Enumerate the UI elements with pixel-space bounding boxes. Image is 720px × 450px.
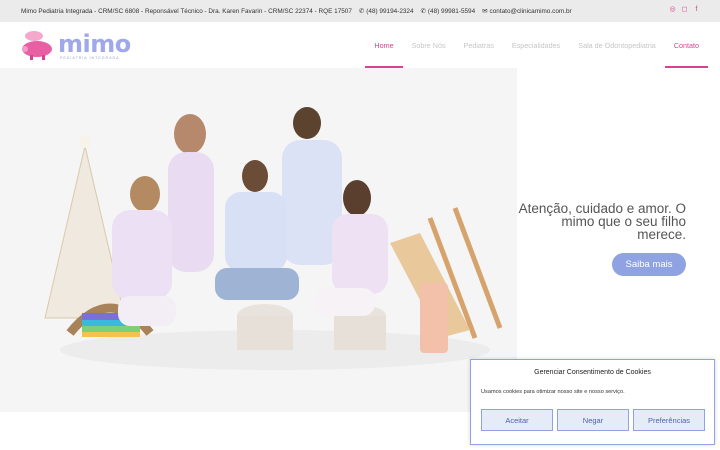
- hero-tagline: Atenção, cuidado e amor. O mimo que o se…: [518, 201, 686, 242]
- main-nav: Home Sobre Nós Pediatras Especialidades …: [365, 22, 709, 69]
- team-photo-illustration: [0, 68, 517, 412]
- email-link[interactable]: contato@clinicamimo.com.br: [490, 8, 572, 15]
- logo-subtitle: PEDIATRIA INTEGRADA: [60, 56, 120, 60]
- saiba-mais-button[interactable]: Saiba mais: [612, 253, 686, 276]
- nav-sobre-nos[interactable]: Sobre Nós: [403, 22, 455, 68]
- envelope-icon: ✉: [482, 8, 488, 15]
- site-logo[interactable]: mimo PEDIATRIA INTEGRADA: [20, 30, 131, 62]
- phone-1-link[interactable]: (48) 99194-2324: [366, 8, 413, 15]
- phone-icon: ✆: [420, 8, 426, 15]
- social-links: ◎ ◻ f: [669, 6, 700, 13]
- nav-home[interactable]: Home: [365, 22, 403, 69]
- whatsapp-icon[interactable]: ◎: [669, 6, 676, 13]
- facebook-icon[interactable]: f: [693, 6, 700, 13]
- cookie-title: Gerenciar Consentimento de Cookies: [534, 369, 651, 376]
- cookie-deny-button[interactable]: Negar: [557, 409, 629, 431]
- phone-2-link[interactable]: (48) 99981-5594: [428, 8, 475, 15]
- nav-contato[interactable]: Contato: [664, 22, 709, 69]
- clinic-info-text: Mimo Pediatria Integrada - CRM/SC 6808 -…: [21, 7, 352, 15]
- instagram-icon[interactable]: ◻: [681, 6, 688, 13]
- nav-sala-odontopediatria[interactable]: Sala de Odontopediatria: [569, 22, 665, 68]
- nav-pediatras[interactable]: Pediatras: [455, 22, 503, 68]
- hero-photo: [0, 68, 517, 412]
- cookie-text: Usamos cookies para otimizar nosso site …: [481, 389, 625, 395]
- top-info-bar: Mimo Pediatria Integrada - CRM/SC 6808 -…: [0, 0, 720, 22]
- cookie-accept-button[interactable]: Aceitar: [481, 409, 553, 431]
- logo-word: mimo: [58, 30, 131, 58]
- cookie-preferences-button[interactable]: Preferências: [633, 409, 705, 431]
- site-header: mimo PEDIATRIA INTEGRADA Home Sobre Nós …: [0, 22, 720, 69]
- cookie-consent-dialog: Gerenciar Consentimento de Cookies Usamo…: [470, 359, 715, 445]
- chef-pig-icon: [22, 31, 52, 60]
- nav-especialidades[interactable]: Especialidades: [503, 22, 569, 68]
- phone-icon: ✆: [358, 8, 365, 15]
